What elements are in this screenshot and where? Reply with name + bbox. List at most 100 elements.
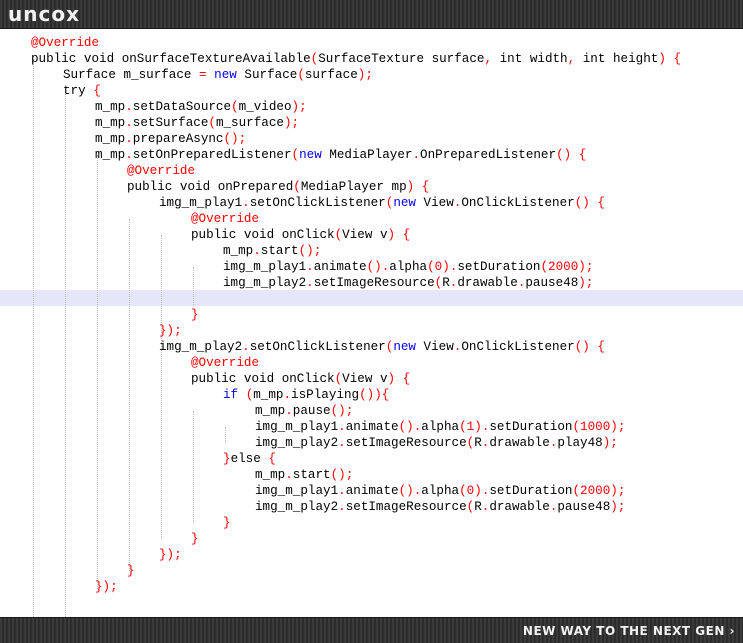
indent-guide — [193, 411, 194, 523]
footer-bar: NEW WAY TO THE NEXT GEN › — [0, 617, 743, 643]
code-token: (); — [330, 468, 354, 482]
code-token: img_m_play1 — [223, 260, 307, 274]
code-token: drawable — [489, 436, 550, 450]
code-line: }else { — [223, 451, 276, 467]
code-token: ( — [459, 484, 467, 498]
code-token: surface — [304, 68, 358, 82]
code-token: m_surface — [215, 116, 284, 130]
site-logo[interactable]: uncox — [8, 2, 80, 26]
code-editor[interactable]: @Override public void onSurfaceTextureAva… — [0, 29, 743, 617]
code-token: pause48 — [557, 500, 611, 514]
code-token: View v — [342, 372, 388, 386]
code-token: setImageResource — [345, 500, 467, 514]
code-token: ). — [474, 484, 490, 498]
code-line: public void onClick(View v) { — [191, 227, 410, 243]
code-token: m_mp — [255, 404, 286, 418]
code-line: img_m_play1.setOnClickListener(new View.… — [159, 195, 605, 211]
code-line: @Override — [127, 163, 195, 179]
code-line: Surface m_surface = new Surface(surface)… — [63, 67, 373, 83]
code-token: animate — [345, 420, 399, 434]
indent-guide — [65, 91, 66, 617]
code-line: m_mp.start(); — [255, 467, 353, 483]
code-token: int height — [582, 52, 659, 66]
indent-guide — [161, 235, 162, 539]
code-token: public void onSurfaceTextureAvailable — [31, 52, 311, 66]
code-token: ( — [427, 260, 435, 274]
code-token: drawable — [489, 500, 550, 514]
code-token: (). — [366, 260, 390, 274]
code-token: ). — [442, 260, 458, 274]
code-token: . — [338, 420, 346, 434]
code-line: @Override — [191, 211, 259, 227]
code-token: start — [292, 468, 331, 482]
code-token: m_mp — [95, 148, 126, 162]
code-token: ); — [357, 68, 373, 82]
code-token: public void onClick — [191, 228, 335, 242]
code-token: setDataSource — [132, 100, 232, 114]
code-token: ); — [610, 500, 626, 514]
code-token: ( — [208, 116, 216, 130]
code-token: = — [199, 68, 215, 82]
code-token: drawable — [457, 276, 518, 290]
code-line: if (m_mp.isPlaying()){ — [223, 387, 389, 403]
code-token: ( — [293, 180, 301, 194]
code-token: . — [306, 276, 314, 290]
code-line: }); — [159, 323, 182, 339]
code-token: . — [125, 132, 133, 146]
code-token: ); — [578, 260, 594, 274]
code-token: alpha — [389, 260, 428, 274]
code-token: @Override — [127, 164, 196, 178]
code-token: . — [283, 388, 292, 402]
code-token: . — [125, 116, 133, 130]
code-token: new — [214, 68, 245, 82]
code-token: (); — [223, 132, 247, 146]
code-token: (); — [330, 404, 354, 418]
code-token: . — [242, 340, 250, 354]
code-token: setDuration — [489, 484, 573, 498]
code-line: m_mp.setSurface(m_surface); — [95, 115, 299, 131]
code-line: img_m_play2.setImageResource(R.drawable.… — [255, 499, 625, 515]
indent-guide — [33, 59, 34, 617]
code-token: setOnClickListener — [249, 196, 386, 210]
code-line: img_m_play1.animate().alpha(1).setDurati… — [255, 419, 625, 435]
code-line: public void onPrepared(MediaPlayer mp) { — [127, 179, 429, 195]
code-token: }); — [159, 548, 182, 562]
code-token: ( — [572, 420, 581, 434]
code-token: alpha — [421, 484, 460, 498]
code-line: img_m_play2.setImageResource(R.drawable.… — [223, 275, 593, 291]
code-token: ) { — [387, 372, 411, 386]
footer-tagline[interactable]: NEW WAY TO THE NEXT GEN › — [523, 622, 735, 640]
code-line: public void onClick(View v) { — [191, 371, 410, 387]
code-token: animate — [313, 260, 367, 274]
code-token: img_m_play2 — [159, 340, 243, 354]
code-token: View v — [342, 228, 388, 242]
code-token: ); — [610, 420, 626, 434]
code-token: ); — [291, 100, 307, 114]
code-token: img_m_play2 — [223, 276, 307, 290]
code-token: m_mp — [95, 116, 126, 130]
code-token: isPlaying — [291, 388, 360, 402]
code-token: m_video — [238, 100, 292, 114]
code-token: ( — [291, 148, 300, 162]
code-token: { — [268, 452, 276, 466]
code-line: @Override — [31, 35, 99, 51]
code-token: setDuration — [457, 260, 541, 274]
code-token: m_mp — [95, 132, 126, 146]
code-token: pause — [292, 404, 331, 418]
code-token: . — [412, 148, 421, 162]
code-token: . — [285, 404, 293, 418]
code-token: ) { — [658, 52, 682, 66]
code-token: img_m_play2 — [255, 500, 339, 514]
code-token: Surface — [244, 68, 298, 82]
code-token: m_mp — [253, 388, 284, 402]
code-token: @Override — [191, 212, 260, 226]
code-token: img_m_play2 — [255, 436, 339, 450]
code-token: () { — [574, 340, 605, 354]
code-token: () { — [574, 196, 605, 210]
code-token: ) { — [387, 228, 411, 242]
code-token: setImageResource — [313, 276, 435, 290]
code-token: . — [125, 148, 133, 162]
indent-guide — [193, 267, 194, 307]
code-token: @Override — [191, 356, 260, 370]
indent-guide — [97, 155, 98, 589]
